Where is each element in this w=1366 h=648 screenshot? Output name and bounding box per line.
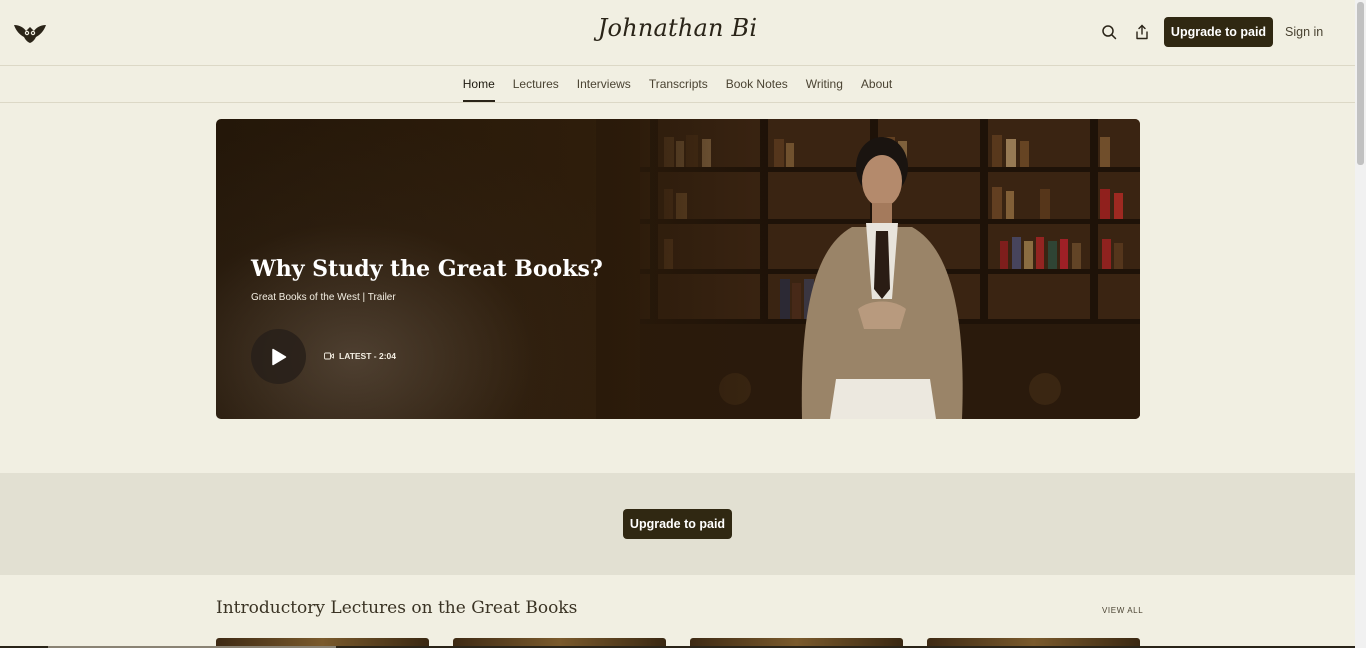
hero-subtitle: Great Books of the West | Trailer — [251, 292, 396, 303]
upgrade-button-secondary[interactable]: Upgrade to paid — [623, 509, 732, 539]
play-button[interactable] — [251, 329, 306, 384]
share-icon[interactable] — [1132, 22, 1152, 42]
video-latest-duration: LATEST - 2:04 — [339, 351, 396, 361]
nav-item-lectures[interactable]: Lectures — [513, 66, 559, 102]
main-nav: Home Lectures Interviews Transcripts Boo… — [0, 66, 1355, 103]
upgrade-button[interactable]: Upgrade to paid — [1164, 17, 1273, 47]
nav-item-interviews[interactable]: Interviews — [577, 66, 631, 102]
nav-item-book-notes[interactable]: Book Notes — [726, 66, 788, 102]
sign-in-link[interactable]: Sign in — [1285, 25, 1323, 39]
nav-item-about[interactable]: About — [861, 66, 892, 102]
section-title[interactable]: Introductory Lectures on the Great Books — [216, 598, 577, 618]
hero-video[interactable]: Why Study the Great Books? Great Books o… — [216, 119, 1140, 419]
search-icon[interactable] — [1099, 22, 1119, 42]
site-header: Johnathan Bi Upgrade to paid Sign in — [0, 0, 1355, 66]
hero-title[interactable]: Why Study the Great Books? — [251, 256, 603, 282]
play-icon — [271, 348, 286, 365]
nav-item-writing[interactable]: Writing — [806, 66, 843, 102]
view-all-link[interactable]: VIEW ALL — [1102, 606, 1143, 615]
scrollbar-thumb[interactable] — [1357, 2, 1364, 165]
nav-item-transcripts[interactable]: Transcripts — [649, 66, 708, 102]
nav-item-home[interactable]: Home — [462, 66, 495, 102]
upgrade-band: Upgrade to paid — [0, 473, 1355, 575]
video-meta: LATEST - 2:04 — [324, 351, 396, 361]
video-icon — [324, 352, 334, 360]
hero-fade — [596, 119, 776, 419]
